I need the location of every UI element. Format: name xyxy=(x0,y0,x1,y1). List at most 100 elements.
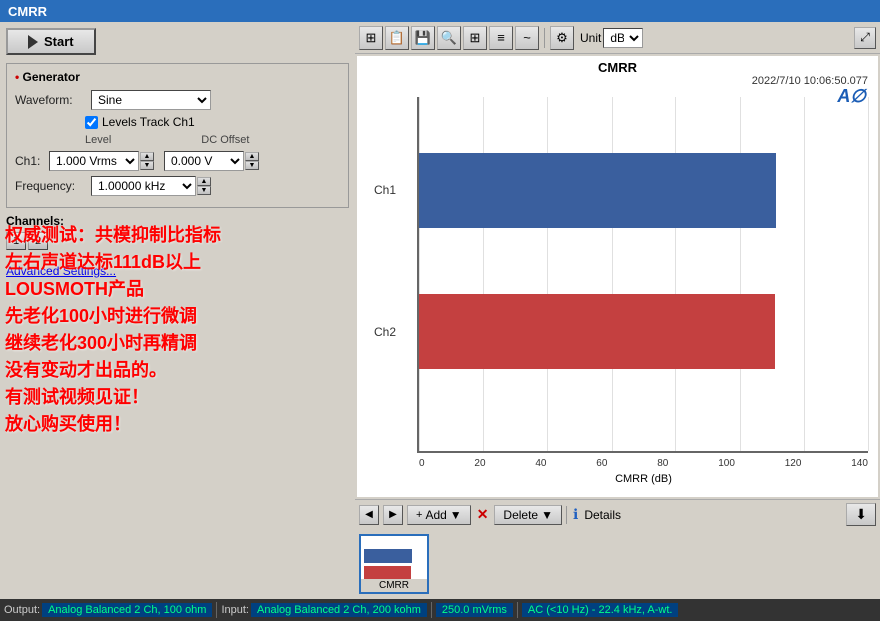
x-label-80: 80 xyxy=(657,458,668,469)
x-axis-labels: 0 20 40 60 80 100 120 140 xyxy=(419,458,868,469)
add-label: Add xyxy=(425,508,446,522)
freq-up[interactable]: ▲ xyxy=(197,177,211,186)
unit-label: Unit xyxy=(580,31,601,45)
chart-date: 2022/7/10 10:06:50.077 xyxy=(357,75,878,87)
nav-right-btn[interactable]: ▶ xyxy=(383,505,403,525)
toolbar-btn-4[interactable]: 🔍 xyxy=(437,26,461,50)
toolbar-btn-8[interactable]: ⚙ xyxy=(550,26,574,50)
download-button[interactable]: ⬇ xyxy=(846,503,876,526)
ch1-button[interactable]: 1 xyxy=(6,232,26,250)
toolbar-btn-1[interactable]: ⊞ xyxy=(359,26,383,50)
ch1-level-input-group: 1.000 Vrms ▲ ▼ xyxy=(49,151,154,171)
output-item: Output: Analog Balanced 2 Ch, 100 ohm xyxy=(4,603,212,617)
details-icon: ℹ xyxy=(573,506,578,523)
ch1-bar-container: Ch1 111.093 dB xyxy=(419,150,868,230)
play-icon xyxy=(28,35,38,49)
unit-select[interactable]: dB linear xyxy=(603,28,643,48)
waveform-row: Waveform: Sine xyxy=(15,90,340,110)
title-text: CMRR xyxy=(8,4,47,19)
ch1-level-up[interactable]: ▲ xyxy=(140,152,154,161)
toolbar-btn-2[interactable]: 📋 xyxy=(385,26,409,50)
x-label-140: 140 xyxy=(851,458,868,469)
thumb-bar-ch2 xyxy=(364,566,411,580)
advanced-settings-container: Advanced Settings... xyxy=(6,258,349,278)
ch1-level-down[interactable]: ▼ xyxy=(140,161,154,170)
ac-value: AC (<10 Hz) - 22.4 kHz, A-wt. xyxy=(522,603,679,617)
status-bar: Output: Analog Balanced 2 Ch, 100 ohm In… xyxy=(0,599,880,621)
delete-arrow: ▼ xyxy=(541,508,553,522)
waveform-label: Waveform: xyxy=(15,93,85,107)
waveform-select[interactable]: Sine xyxy=(91,90,211,110)
toolbar-btn-3[interactable]: 💾 xyxy=(411,26,435,50)
overlay-line6: 没有变动才出品的。 xyxy=(5,357,221,384)
dc-offset-spinner[interactable]: ▲ ▼ xyxy=(245,152,259,170)
thumb-bar-ch1 xyxy=(364,549,412,563)
start-button[interactable]: Start xyxy=(6,28,96,55)
channels-label: Channels: xyxy=(6,214,64,228)
title-bar: CMRR xyxy=(0,0,880,22)
nav-left-btn[interactable]: ◀ xyxy=(359,505,379,525)
expand-button[interactable]: ⤢ xyxy=(854,27,876,49)
output-label: Output: xyxy=(4,604,40,616)
channels-section: Channels: 1 2 xyxy=(6,214,349,250)
x-label-0: 0 xyxy=(419,458,425,469)
output-value: Analog Balanced 2 Ch, 100 ohm xyxy=(42,603,212,617)
frequency-spinner[interactable]: ▲ ▼ xyxy=(197,177,211,195)
advanced-settings-link[interactable]: Advanced Settings... xyxy=(6,264,116,278)
start-label: Start xyxy=(44,34,74,49)
generator-label: • Generator xyxy=(15,70,340,84)
generator-section: • Generator Waveform: Sine Levels Track … xyxy=(6,63,349,208)
ch1-label: Ch1: xyxy=(15,154,45,168)
status-sep-2 xyxy=(431,602,432,618)
levels-track-row: Levels Track Ch1 xyxy=(85,115,340,129)
right-panel: ⊞ 📋 💾 🔍 ⊞ ≡ ~ ⚙ Unit dB linear ⤢ CMRR 20… xyxy=(355,22,880,599)
chart-toolbar: ⊞ 📋 💾 🔍 ⊞ ≡ ~ ⚙ Unit dB linear ⤢ xyxy=(355,22,880,54)
dc-offset-up[interactable]: ▲ xyxy=(245,152,259,161)
ch1-level-spinner[interactable]: ▲ ▼ xyxy=(140,152,154,170)
dc-offset-input-group: 0.000 V ▲ ▼ xyxy=(164,151,259,171)
frequency-label: Frequency: xyxy=(15,179,85,193)
toolbar-sep-1 xyxy=(544,28,545,48)
delete-label: Delete xyxy=(503,508,538,522)
add-button[interactable]: + Add ▼ xyxy=(407,505,471,525)
chart-inner: Ch1 111.093 dB Ch2 111.062 dB xyxy=(357,87,878,483)
toolbar-btn-6[interactable]: ≡ xyxy=(489,26,513,50)
thumbnail-bars xyxy=(364,544,424,584)
ac-item: AC (<10 Hz) - 22.4 kHz, A-wt. xyxy=(522,603,679,617)
toolbar-btn-7[interactable]: ~ xyxy=(515,26,539,50)
toolbar-btn-5[interactable]: ⊞ xyxy=(463,26,487,50)
details-label: Details xyxy=(584,508,621,522)
input-value: Analog Balanced 2 Ch, 200 kohm xyxy=(251,603,427,617)
dc-offset-header: DC Offset xyxy=(201,134,249,146)
x-label-120: 120 xyxy=(785,458,802,469)
overlay-line4: 先老化100小时进行微调 xyxy=(5,303,221,330)
overlay-line7: 有测试视频见证！ xyxy=(5,384,221,411)
ch1-row: Ch1: 1.000 Vrms ▲ ▼ 0.000 V ▲ xyxy=(15,151,340,171)
levels-track-label: Levels Track Ch1 xyxy=(102,115,195,129)
x-label-40: 40 xyxy=(535,458,546,469)
level-header: Level xyxy=(85,134,111,146)
chart-area: CMRR 2022/7/10 10:06:50.077 A∅ xyxy=(357,56,878,497)
input-item: Input: Analog Balanced 2 Ch, 200 kohm xyxy=(221,603,426,617)
ch2-button[interactable]: 2 xyxy=(28,232,48,250)
delete-button[interactable]: Delete ▼ xyxy=(494,505,562,525)
frequency-select[interactable]: 1.00000 kHz xyxy=(91,176,196,196)
ch1-bar xyxy=(419,153,776,228)
ch1-bar-label: Ch1 xyxy=(374,183,396,197)
cmrr-thumbnail[interactable]: CMRR xyxy=(359,534,429,594)
levels-track-checkbox[interactable] xyxy=(85,116,98,129)
chart-title: CMRR xyxy=(357,56,878,75)
x-label-20: 20 xyxy=(474,458,485,469)
grid-line-140 xyxy=(868,97,869,451)
ch1-level-select[interactable]: 1.000 Vrms xyxy=(49,151,139,171)
chart-bars-area: Ch1 111.093 dB Ch2 111.062 dB xyxy=(417,97,868,453)
main-container: Start • Generator Waveform: Sine Levels … xyxy=(0,22,880,599)
level-headers: Level DC Offset xyxy=(85,134,340,146)
dc-offset-down[interactable]: ▼ xyxy=(245,161,259,170)
delete-icon-x: ✕ xyxy=(477,506,489,523)
x-label-60: 60 xyxy=(596,458,607,469)
ch2-bar-label: Ch2 xyxy=(374,325,396,339)
dc-offset-select[interactable]: 0.000 V xyxy=(164,151,244,171)
level-item: 250.0 mVrms xyxy=(436,603,513,617)
freq-down[interactable]: ▼ xyxy=(197,186,211,195)
